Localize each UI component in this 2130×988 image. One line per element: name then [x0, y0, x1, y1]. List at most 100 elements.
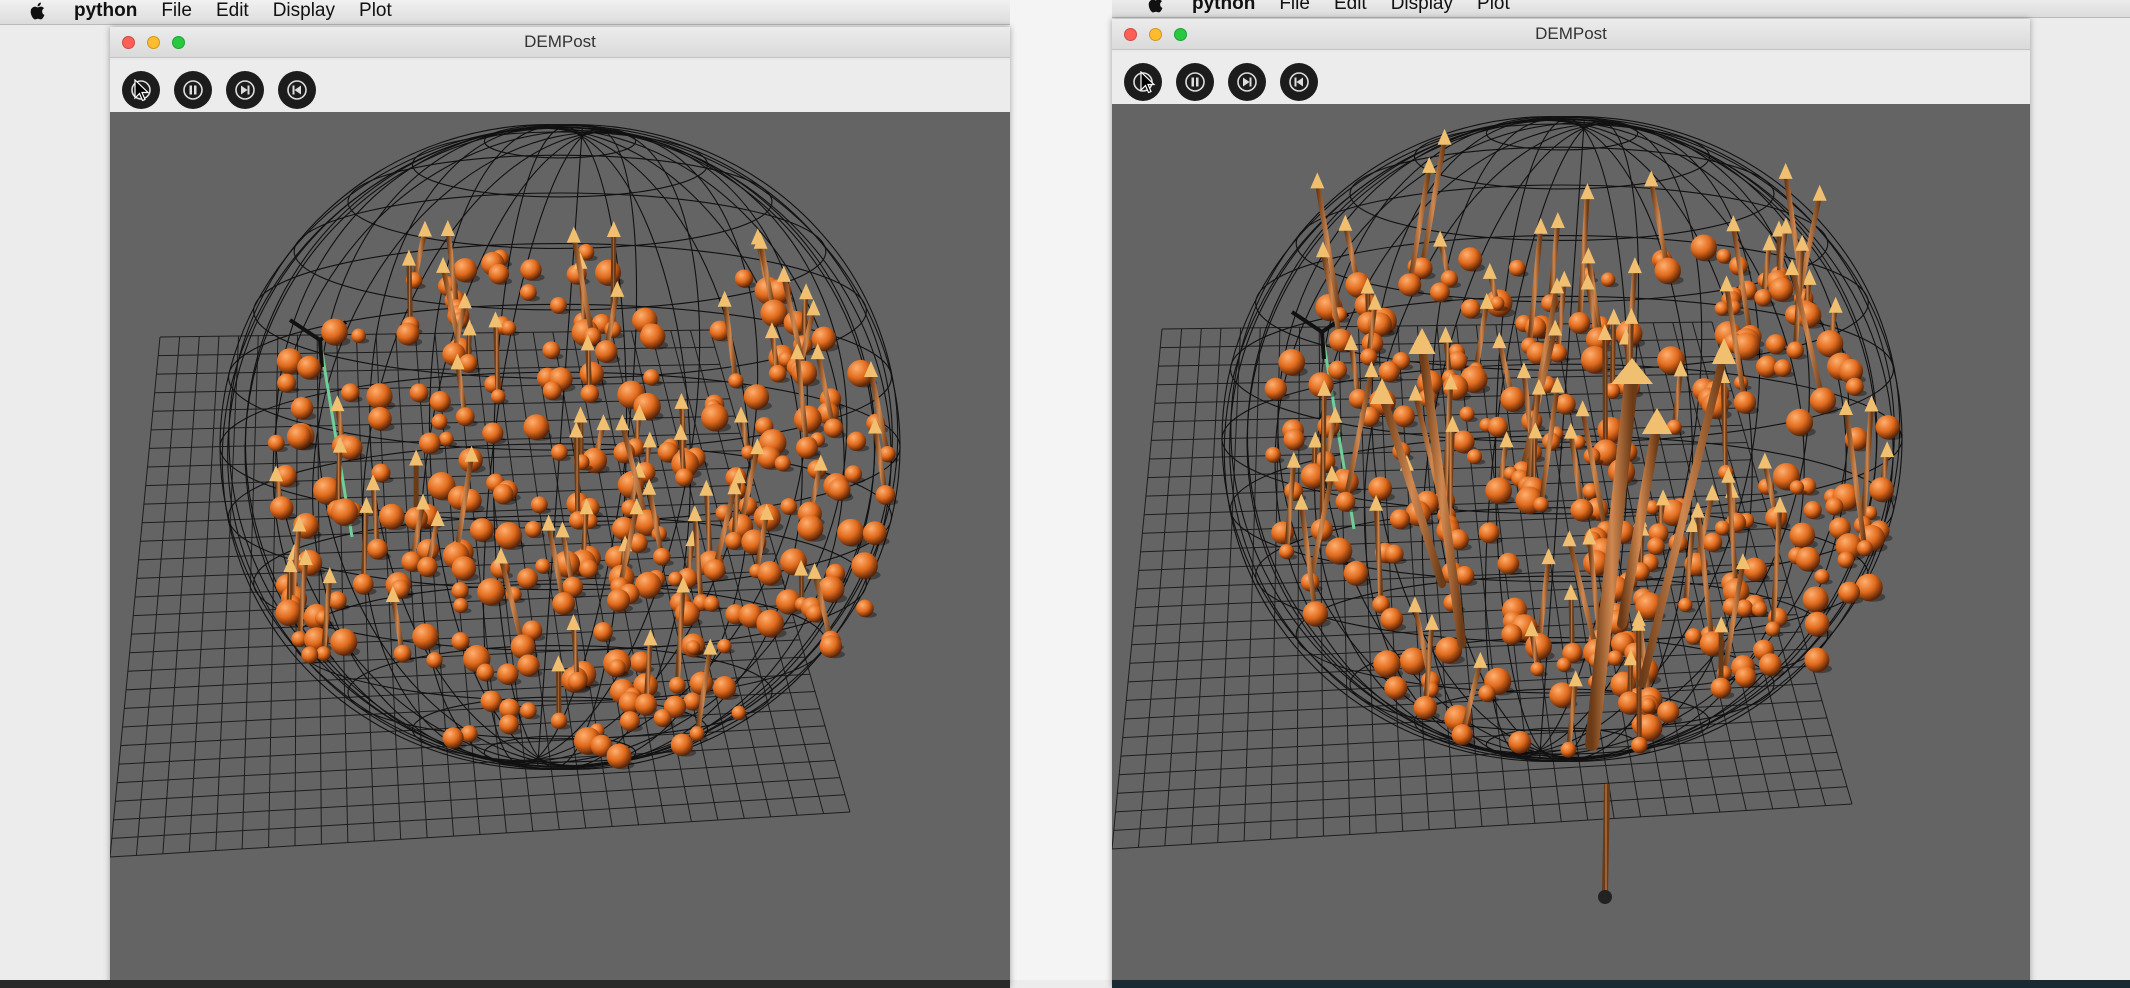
playback-toolbar	[110, 60, 1010, 119]
particle	[1875, 415, 1900, 440]
close-button[interactable]	[1124, 28, 1137, 41]
menu-display[interactable]: Display	[273, 0, 335, 22]
dem-scene	[110, 124, 901, 858]
pause-button[interactable]	[1176, 62, 1214, 101]
particle	[1869, 477, 1895, 502]
step-forward-icon	[1237, 71, 1257, 92]
particle	[351, 328, 366, 344]
particle	[328, 591, 347, 610]
dempost-window-left: DEMPost	[110, 27, 1010, 988]
arrow-head	[322, 567, 337, 584]
particle	[1373, 650, 1401, 678]
step-forward-button[interactable]	[226, 70, 264, 109]
arrow-head	[359, 496, 374, 513]
particle	[668, 676, 686, 694]
particle	[1758, 653, 1782, 676]
particle	[1654, 257, 1681, 285]
menu-display[interactable]: Display	[1391, 0, 1453, 15]
particle	[1384, 544, 1404, 564]
particle	[734, 269, 754, 288]
particle	[608, 659, 626, 677]
app-menu[interactable]: python	[74, 0, 137, 22]
particle	[524, 520, 542, 538]
particle	[580, 384, 600, 404]
menu-edit[interactable]: Edit	[216, 0, 249, 22]
particle	[1264, 377, 1287, 401]
velocity-arrow	[1602, 331, 1609, 455]
3d-viewport[interactable]	[1112, 104, 2030, 988]
apple-icon[interactable]	[1142, 0, 1170, 15]
arrow-head	[1757, 452, 1772, 469]
particle	[530, 496, 548, 514]
close-button[interactable]	[122, 36, 135, 49]
particle	[1678, 597, 1693, 613]
particle	[1508, 259, 1526, 277]
particle	[1384, 676, 1408, 700]
particle	[606, 743, 632, 769]
particle	[567, 671, 588, 692]
rewind-button[interactable]	[1280, 62, 1318, 101]
particle	[793, 405, 822, 434]
zoom-button[interactable]	[1174, 28, 1187, 41]
particle	[701, 403, 729, 432]
arrow-head	[1880, 441, 1895, 458]
window-title: DEMPost	[524, 32, 596, 51]
particle	[768, 364, 787, 383]
particle	[452, 258, 478, 283]
apple-icon[interactable]	[24, 0, 52, 22]
particle	[455, 407, 475, 427]
particle	[1467, 449, 1483, 465]
particle	[499, 714, 519, 735]
arrow-head	[615, 414, 630, 431]
velocity-arrow	[360, 504, 369, 587]
menu-plot[interactable]: Plot	[1477, 0, 1510, 15]
arrow-head	[1690, 501, 1705, 518]
particle	[497, 663, 519, 685]
particle	[330, 628, 358, 656]
particle	[550, 444, 568, 461]
particle	[594, 340, 618, 363]
rewind-button[interactable]	[278, 70, 316, 109]
menu-plot[interactable]: Plot	[359, 0, 392, 22]
step-forward-button[interactable]	[1228, 62, 1266, 101]
particle	[619, 711, 640, 732]
particle	[1500, 386, 1526, 412]
window-title: DEMPost	[1535, 24, 1607, 43]
window-titlebar[interactable]: DEMPost	[110, 27, 1010, 58]
app-menu[interactable]: python	[1192, 0, 1255, 15]
menu-edit[interactable]: Edit	[1334, 0, 1367, 15]
particle	[517, 568, 539, 590]
menu-file[interactable]: File	[161, 0, 192, 22]
arrow-head	[1533, 217, 1548, 234]
particle	[1716, 248, 1732, 264]
minimize-button[interactable]	[1149, 28, 1162, 41]
step-forward-icon	[235, 79, 255, 100]
particle	[1360, 348, 1378, 366]
particle	[1714, 301, 1729, 316]
arrow-head	[1550, 211, 1565, 228]
arrow-head	[1611, 358, 1653, 384]
pause-button[interactable]	[174, 70, 212, 109]
arrow-head	[1562, 530, 1577, 547]
particle	[1702, 532, 1723, 553]
arrow-head	[1492, 332, 1507, 349]
particle	[1768, 277, 1794, 302]
desktop-strip	[0, 980, 1010, 988]
3d-viewport[interactable]	[110, 112, 1010, 988]
arrow-head	[1338, 214, 1353, 231]
window-titlebar[interactable]: DEMPost	[1112, 19, 2030, 50]
particle	[488, 263, 510, 285]
particle	[1389, 509, 1411, 530]
particle	[1600, 272, 1616, 287]
particle	[703, 559, 726, 581]
zoom-button[interactable]	[172, 36, 185, 49]
particle	[862, 521, 887, 546]
particle	[426, 652, 443, 669]
particle	[409, 383, 429, 403]
minimize-button[interactable]	[147, 36, 160, 49]
menu-file[interactable]: File	[1279, 0, 1310, 15]
particle	[1278, 348, 1306, 376]
menu-bar-right: python File Edit Display Plot	[1112, 0, 2130, 18]
particle	[1838, 581, 1861, 604]
arrow-head	[643, 629, 658, 646]
